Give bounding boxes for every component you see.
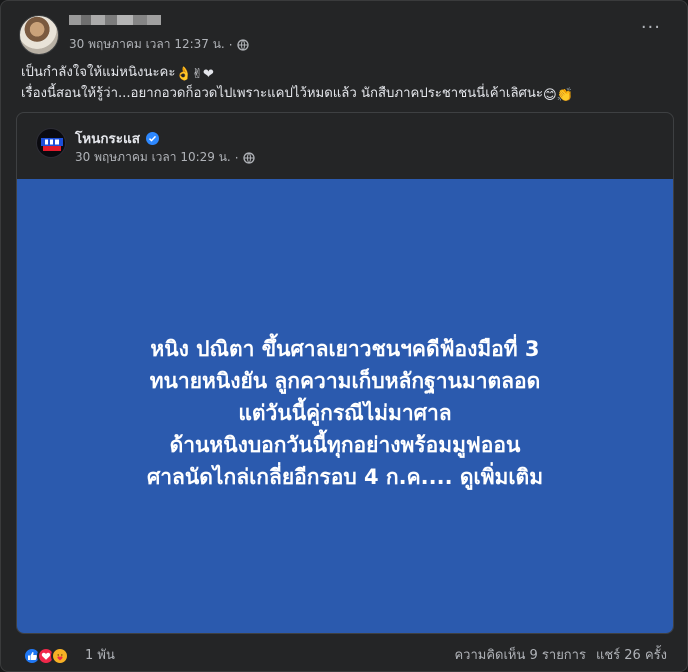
comment-count[interactable]: ความคิดเห็น 9 รายการ (454, 647, 586, 665)
post-timestamp[interactable]: 30 พฤษภาคม เวลา 12:37 น. (69, 35, 225, 54)
reaction-count[interactable]: 1 พัน (85, 647, 115, 665)
text-status-card[interactable]: หนิง ปณิตา ขึ้นศาลเยาวชนฯคดีฟ้องมือที่ 3… (17, 179, 673, 633)
caption-emojis-1: 👌✌❤ (175, 67, 214, 82)
page-name[interactable]: โหนกระแส (75, 127, 159, 149)
author-name-redacted[interactable] (69, 15, 161, 25)
caption-line-2: เรื่องนี้สอนให้รู้ว่า...อยากอวดก็อวดไปเพ… (21, 86, 543, 101)
card-text: หนิง ปณิตา ขึ้นศาลเยาวชนฯคดีฟ้องมือที่ 3… (147, 333, 543, 493)
meta-separator: · (228, 37, 233, 52)
facebook-post: 30 พฤษภาคม เวลา 12:37 น. · ··· เป็นกำลัง… (0, 0, 688, 672)
page-logo-icon[interactable] (36, 128, 66, 158)
more-options-icon[interactable]: ··· (641, 19, 661, 37)
shared-post[interactable]: โหนกระแส 30 พฤษภาคม เวลา 10:29 น. · หนิง… (16, 112, 674, 634)
page-name-label[interactable]: โหนกระแส (75, 127, 140, 149)
shared-meta-separator: · (234, 150, 239, 165)
card-line: แต่วันนี้คู่กรณีไม่มาศาล (238, 401, 452, 425)
verified-badge-icon (146, 131, 159, 145)
card-line-see-more[interactable]: ศาลนัดไกล่เกลี่ยอีกรอบ 4 ก.ค.... ดูเพิ่ม… (147, 461, 543, 493)
post-caption: เป็นกำลังใจให้แม่หนิงนะคะ👌✌❤ เรื่องนี้สอ… (21, 63, 573, 105)
card-line: ทนายหนิงยัน ลูกความเก็บหลักฐานมาตลอด (149, 369, 541, 393)
caption-emojis-2: 😊👏 (543, 88, 574, 103)
post-meta: 30 พฤษภาคม เวลา 12:37 น. · (69, 35, 249, 54)
author-avatar[interactable] (19, 15, 59, 55)
shared-post-meta: 30 พฤษภาคม เวลา 10:29 น. · (75, 148, 255, 167)
reaction-icons[interactable] (23, 647, 69, 665)
share-count[interactable]: แชร์ 26 ครั้ง (596, 647, 667, 665)
care-icon (51, 647, 69, 665)
caption-line-1: เป็นกำลังใจให้แม่หนิงนะคะ (21, 65, 176, 80)
card-line: หนิง ปณิตา ขึ้นศาลเยาวชนฯคดีฟ้องมือที่ 3 (150, 337, 540, 361)
shared-post-timestamp[interactable]: 30 พฤษภาคม เวลา 10:29 น. (75, 148, 231, 167)
card-line: ด้านหนิงบอกวันนี้ทุกอย่างพร้อมมูฟออน (169, 433, 521, 457)
globe-icon (242, 151, 255, 164)
post-stats: ความคิดเห็น 9 รายการ แชร์ 26 ครั้ง (454, 647, 667, 665)
globe-icon (236, 38, 249, 51)
